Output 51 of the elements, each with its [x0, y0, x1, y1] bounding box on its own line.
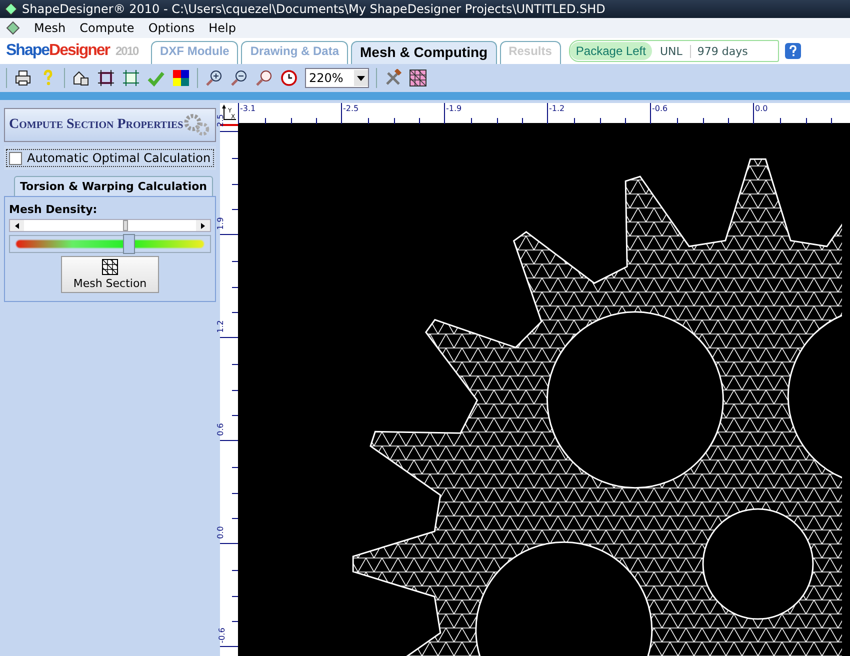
check-icon[interactable]	[147, 69, 165, 87]
frame-icon[interactable]	[97, 69, 115, 87]
ruler-label: 1.2	[216, 320, 225, 333]
help-icon[interactable]	[784, 43, 801, 59]
app-logo: ShapeDesigner 2010	[6, 42, 140, 60]
drawing-canvas[interactable]	[238, 124, 850, 656]
package-days: 979 days	[691, 44, 778, 58]
ruler-label: -0.6	[217, 628, 226, 644]
left-arrow-icon[interactable]	[15, 222, 19, 228]
ruler-label: 0.6	[216, 423, 225, 436]
zoom-icon[interactable]	[255, 69, 273, 87]
zoom-out-icon[interactable]	[230, 69, 248, 87]
package-label: Package Left	[570, 42, 652, 60]
zoom-in-icon[interactable]	[205, 69, 223, 87]
ruler-label: 0.0	[755, 104, 768, 113]
color-grid-icon[interactable]	[172, 69, 190, 87]
shapes-icon[interactable]	[72, 69, 90, 87]
print-icon[interactable]	[14, 69, 32, 87]
ruler-label: 0.0	[216, 526, 225, 539]
scrollbar-thumb[interactable]	[123, 220, 128, 231]
app-icon	[6, 21, 20, 35]
zoom-dropdown[interactable]: 220%	[305, 68, 369, 88]
mesh-density-scrollbar[interactable]	[9, 219, 211, 232]
ruler-label: -3.1	[240, 104, 256, 113]
menu-item[interactable]: Help	[208, 21, 236, 35]
tab[interactable]: Torsion & Warping Calculation	[14, 176, 213, 196]
mesh-density-label: Mesh Density:	[9, 203, 98, 216]
compute-section-properties-button[interactable]: Compute Section Properties	[4, 108, 216, 142]
ruler-label: 2.5	[216, 114, 225, 127]
tools-icon[interactable]	[384, 69, 402, 87]
clock-icon[interactable]	[280, 69, 298, 87]
automatic-calculation-checkbox[interactable]: Automatic Optimal Calculation	[6, 149, 214, 167]
ruler-label: 1.9	[216, 217, 225, 230]
caret-icon	[357, 76, 365, 80]
ruler-label: -2.5	[343, 104, 359, 113]
mesh-density-slider[interactable]	[9, 235, 211, 253]
app-icon	[4, 2, 18, 16]
menu-item[interactable]: Mesh	[34, 21, 66, 35]
window-title: ShapeDesigner® 2010 - C:\Users\cquezel\Documents\My ShapeDesigner Projects\UNTITLED.SHD	[22, 2, 606, 16]
mesh-grid-icon[interactable]	[409, 69, 427, 87]
tab[interactable]: Mesh & Computing	[351, 41, 497, 64]
ruler-label: -0.6	[652, 104, 668, 113]
ruler-label: -1.2	[549, 104, 565, 113]
ruler-label: -1.9	[446, 104, 462, 113]
menu-item[interactable]: Compute	[80, 21, 134, 35]
package-type: UNL	[652, 44, 692, 58]
frame-icon[interactable]	[122, 69, 140, 87]
menu-item[interactable]: Options	[148, 21, 195, 35]
mesh-section-button[interactable]: Mesh Section	[61, 256, 159, 293]
mesh-icon	[102, 259, 118, 275]
right-arrow-icon[interactable]	[201, 222, 205, 228]
